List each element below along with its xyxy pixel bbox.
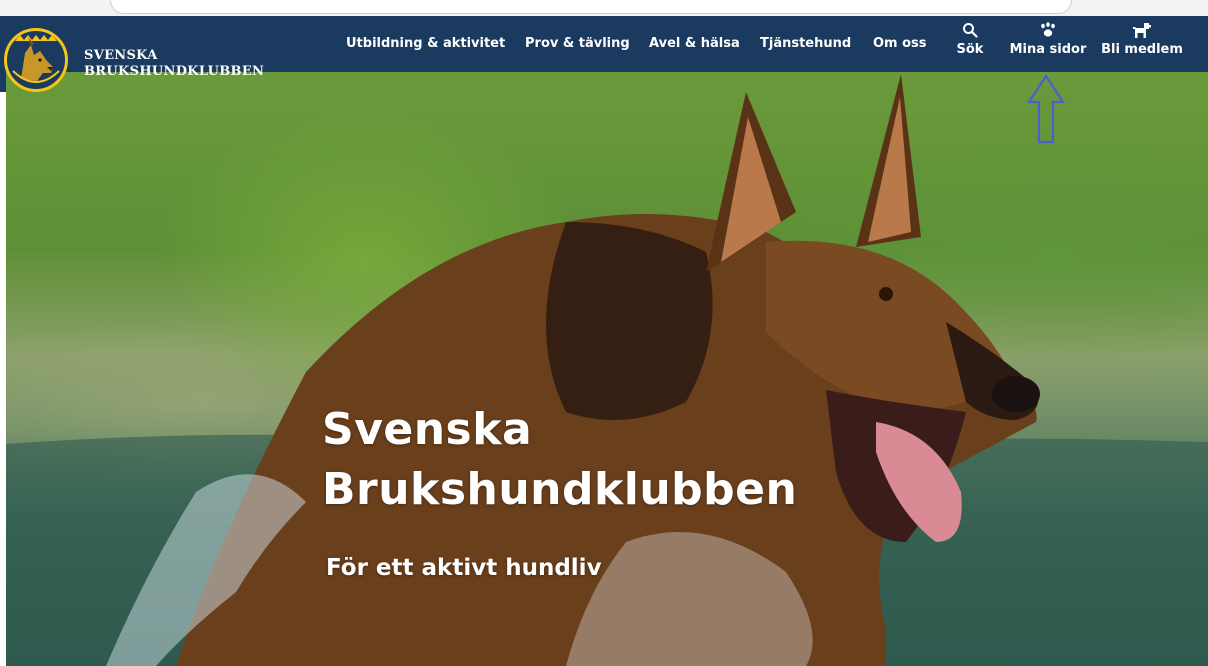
brand-line-1: SVENSKA [84,48,158,63]
search-icon [950,22,990,40]
search-label: Sök [956,42,984,57]
nav-prov-tavling[interactable]: Prov & tävling [525,36,630,51]
join-button[interactable]: Bli medlem [1100,22,1184,57]
club-logo[interactable] [4,28,68,92]
search-button[interactable]: Sök [950,22,990,57]
paw-icon [1002,22,1094,40]
hero-title: Svenska Brukshundklubben [322,400,797,520]
hero-title-line-1: Svenska [322,404,533,455]
nav-avel-halsa[interactable]: Avel & hälsa [649,36,740,51]
my-pages-label: Mina sidor [1009,42,1087,57]
address-bar[interactable] [110,0,1072,14]
hero-subtitle: För ett aktivt hundliv [326,555,602,581]
brand-line-2: BRUKSHUNDKLUBBEN [84,64,265,79]
hero-dog-image [6,74,1208,666]
hero-banner: Svenska Brukshundklubben För ett aktivt … [6,72,1208,666]
dog-icon [1100,22,1184,40]
join-label: Bli medlem [1101,42,1183,57]
nav-utbildning[interactable]: Utbildning & aktivitet [346,36,505,51]
nav-tjanstehund[interactable]: Tjänstehund [760,36,851,51]
hero-title-line-2: Brukshundklubben [322,464,798,515]
brand-name[interactable]: SVENSKA BRUKSHUNDKLUBBEN [84,48,264,80]
nav-om-oss[interactable]: Om oss [873,36,927,51]
up-arrow-annotation-icon [1026,74,1066,144]
my-pages-button[interactable]: Mina sidor [1002,22,1094,57]
browser-top-strip [0,0,1208,16]
dog-head-emblem-icon [12,35,60,83]
